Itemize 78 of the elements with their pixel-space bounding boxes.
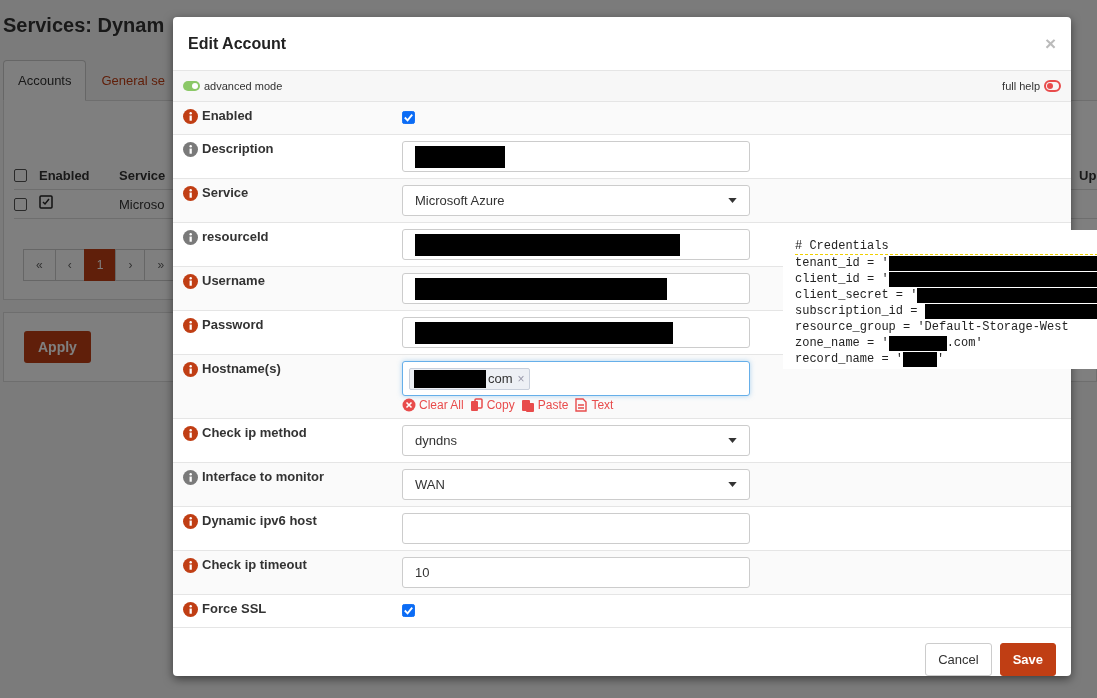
code-line: .com' [946, 336, 983, 350]
code-line: record_name = ' [795, 352, 904, 366]
action-link[interactable]: Clear All [402, 398, 464, 412]
info-icon[interactable] [183, 274, 198, 289]
column-header: Service [119, 167, 166, 183]
code-line: client_id = ' [795, 272, 889, 286]
input-field[interactable] [402, 513, 750, 544]
tags-input-field[interactable]: com × [402, 361, 750, 396]
row-checkbox[interactable] [14, 197, 27, 211]
save-button[interactable]: Save [999, 643, 1056, 676]
action-link[interactable]: Text [574, 398, 614, 412]
dropdown[interactable]: Microsoft Azure [402, 185, 750, 216]
info-icon[interactable] [183, 109, 198, 124]
info-icon[interactable] [183, 426, 198, 441]
dialog-title: Edit Account [188, 34, 287, 53]
field-label: Force SSL [202, 601, 267, 616]
cancel-button[interactable]: Cancel [925, 643, 992, 676]
info-icon[interactable] [183, 142, 198, 157]
caret-icon [728, 438, 737, 443]
field-label: Password [202, 317, 264, 332]
info-icon[interactable] [183, 230, 198, 245]
page-button[interactable]: › [115, 249, 146, 281]
code-line: subscription_id = [795, 304, 919, 318]
field-label: Interface to monitor [202, 469, 325, 484]
copy-icon [469, 398, 484, 412]
info-icon[interactable] [183, 514, 198, 529]
apply-button[interactable]: Apply [24, 331, 91, 363]
field-label: Hostname(s) [202, 361, 281, 376]
toggle-switch[interactable] [183, 81, 200, 91]
checkbox[interactable] [402, 604, 415, 617]
field-label: Description [202, 141, 274, 156]
field-label: Check ip method [202, 425, 307, 440]
clear-icon [402, 398, 416, 412]
info-icon[interactable] [183, 558, 198, 573]
input-field[interactable] [402, 317, 750, 348]
caret-icon [728, 198, 737, 203]
tab[interactable]: Accounts [3, 60, 87, 101]
toggle-switch[interactable] [1044, 80, 1061, 92]
checkbox[interactable] [402, 111, 415, 124]
field-label: Enabled [202, 108, 253, 123]
info-icon[interactable] [183, 186, 198, 201]
code-line: resource_group = 'Default-Storage-West [795, 320, 1069, 334]
close-button[interactable]: × [1044, 32, 1056, 55]
code-line: ' [937, 352, 945, 366]
info-icon[interactable] [183, 318, 198, 333]
action-link[interactable]: Copy [469, 398, 515, 412]
page-button[interactable]: ‹ [54, 249, 85, 281]
code-line: client_secret = ' [795, 288, 918, 302]
action-link[interactable]: Paste [520, 398, 569, 412]
column-header: Enabled [39, 167, 91, 183]
input-field[interactable] [402, 141, 750, 172]
caret-icon [728, 482, 737, 487]
code-line: zone_name = ' [795, 336, 889, 350]
toggle-label: advanced mode [204, 80, 283, 92]
field-label: Service [202, 185, 249, 200]
paste-icon [520, 398, 535, 412]
code-line: # Credentials [795, 239, 889, 253]
code-line: tenant_id = ' [795, 256, 889, 270]
input-field[interactable] [402, 229, 750, 260]
field-label: Username [202, 273, 265, 288]
table-cell: Microso [119, 196, 165, 212]
document-icon [574, 398, 589, 412]
info-icon[interactable] [183, 602, 198, 617]
dropdown[interactable]: WAN [402, 469, 750, 500]
column-header: Up [1079, 167, 1097, 183]
info-icon[interactable] [183, 362, 198, 377]
toggle-label: full help [1002, 80, 1040, 92]
page-button[interactable]: « [23, 249, 56, 281]
page-title: Services: Dynam [3, 14, 165, 38]
field-label: Check ip timeout [202, 557, 307, 572]
dropdown[interactable]: dyndns [402, 425, 750, 456]
field-label: resourceId [202, 229, 269, 244]
input-field[interactable] [402, 273, 750, 304]
hostname-tag: com × [409, 367, 530, 390]
input-field[interactable]: 10 [402, 557, 750, 588]
field-label: Dynamic ipv6 host [202, 513, 317, 528]
select-all-checkbox[interactable] [14, 168, 27, 182]
info-icon[interactable] [183, 470, 198, 485]
